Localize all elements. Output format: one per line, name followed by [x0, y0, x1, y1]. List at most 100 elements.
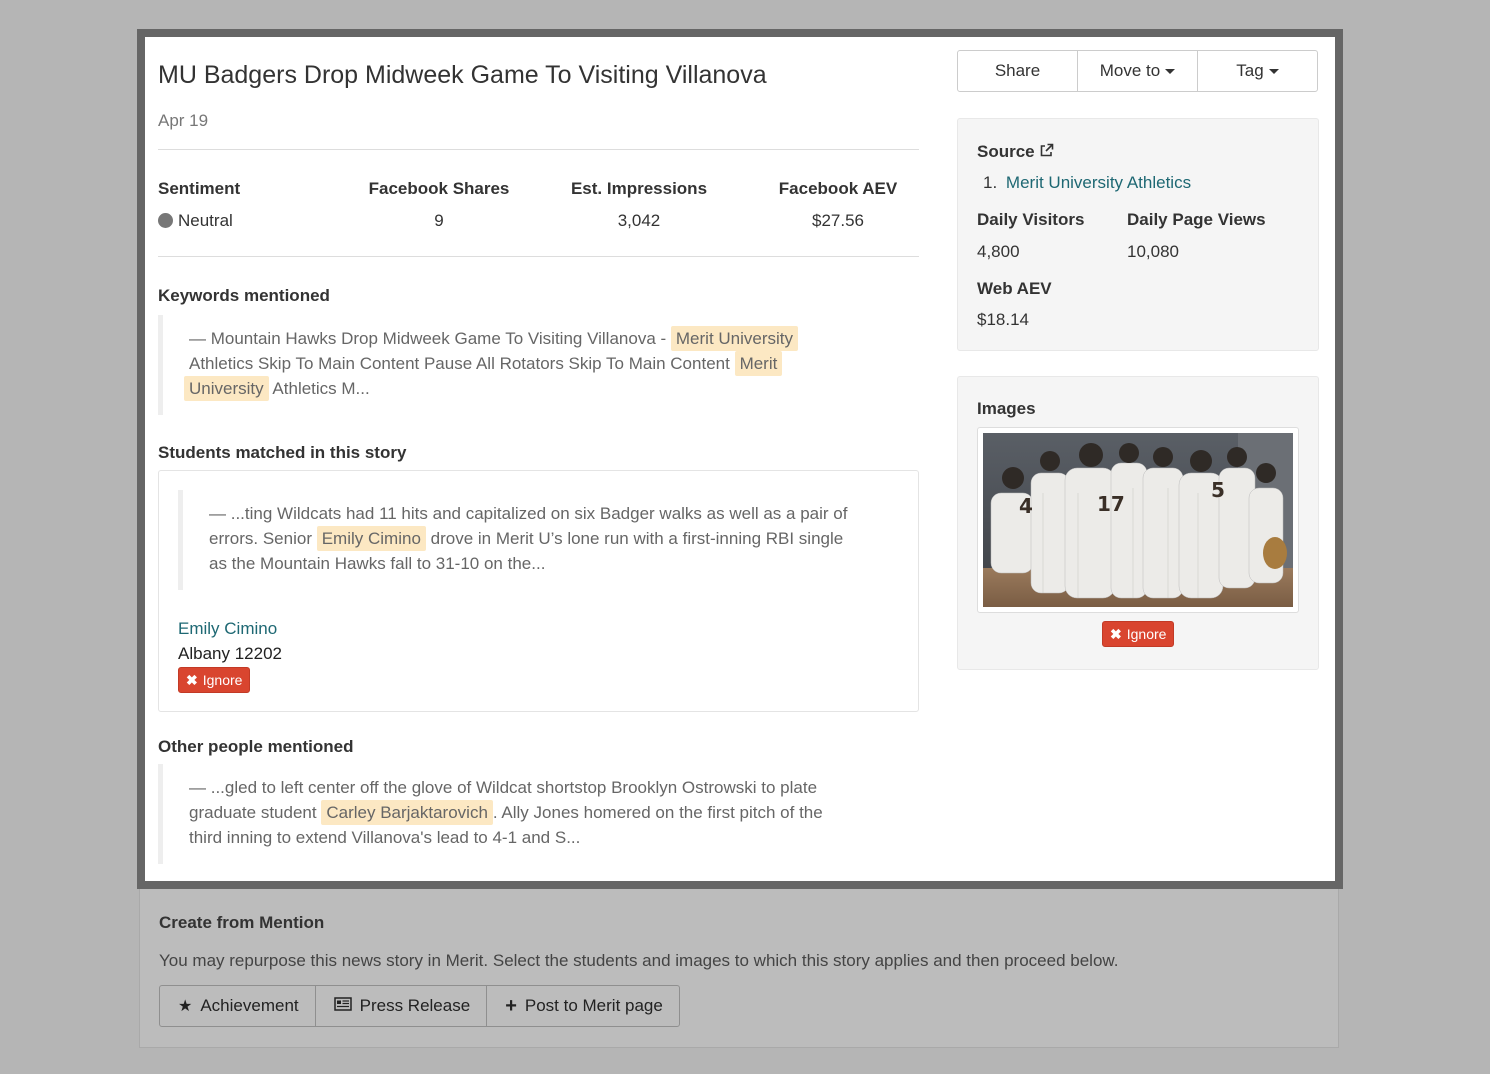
caret-down-icon [1268, 68, 1279, 74]
team-photo: 4 17 5 [983, 433, 1293, 607]
keyword-highlight: Merit University [670, 326, 799, 351]
story-actions: Share Move to Tag [957, 50, 1318, 92]
student-name-link[interactable]: Emily Cimino [178, 619, 277, 639]
quote-line: graduate student Carley Barjaktarovich. … [189, 800, 823, 825]
student-quote: — ...ting Wildcats had 11 hits and capit… [178, 490, 878, 590]
close-icon: ✖ [186, 671, 198, 688]
daily-page-views-value: 10,080 [1127, 242, 1179, 261]
star-icon: ★ [178, 998, 193, 1015]
ignore-label: Ignore [1126, 626, 1167, 642]
share-label: Share [994, 61, 1041, 80]
story-date: Apr 19 [158, 111, 209, 130]
quote-line: — ...gled to left center off the glove o… [189, 775, 817, 800]
move-to-label: Move to [1099, 61, 1161, 80]
stat-est-impressions: Est. Impressions 3,042 [569, 179, 709, 231]
create-button-group: ★ Achievement Press Release + Post to Me… [159, 985, 680, 1027]
external-link-icon[interactable] [1039, 142, 1054, 161]
divider [158, 149, 919, 150]
images-title: Images [977, 399, 1036, 418]
post-to-merit-page-button[interactable]: + Post to Merit page [486, 985, 680, 1027]
daily-visitors-value: 4,800 [977, 242, 1020, 261]
ignore-wrap: ✖ Ignore [178, 667, 251, 693]
ignore-wrap: ✖ Ignore [1102, 621, 1175, 647]
quote-text: . Ally Jones homered on the first pitch … [492, 803, 823, 822]
keyword-highlight: Merit [734, 351, 783, 376]
others-quote: — ...gled to left center off the glove o… [158, 764, 858, 864]
stat-value: 3,042 [617, 211, 661, 230]
keywords-title: Keywords mentioned [158, 286, 330, 305]
quote-line: — Mountain Hawks Drop Midweek Game To Vi… [189, 326, 799, 351]
move-to-dropdown[interactable]: Move to [1077, 50, 1198, 92]
achievement-button[interactable]: ★ Achievement [159, 985, 316, 1027]
quote-line: third inning to extend Villanova's lead … [189, 825, 580, 850]
students-title: Students matched in this story [158, 443, 407, 462]
tag-dropdown[interactable]: Tag [1197, 50, 1318, 92]
ignore-label: Ignore [202, 672, 243, 688]
stat-facebook-aev: Facebook AEV $27.56 [777, 179, 899, 231]
stat-label: Facebook AEV [778, 179, 898, 198]
quote-text: — ...ting Wildcats had 11 hits and capit… [209, 504, 848, 523]
student-highlight: Emily Cimino [316, 526, 426, 551]
quote-text: graduate student [189, 803, 317, 822]
quote-text: Athletics M... [272, 379, 370, 398]
stat-value: Neutral [178, 211, 233, 230]
source-link[interactable]: Merit University Athletics [1006, 173, 1191, 192]
story-title: MU Badgers Drop Midweek Game To Visiting… [158, 61, 767, 89]
stat-label: Est. Impressions [570, 179, 708, 198]
quote-line: University Athletics M... [184, 376, 370, 401]
close-icon: ✖ [1110, 625, 1122, 642]
source-panel: Source 1. Merit University Athletics Dai… [957, 118, 1319, 351]
source-index: 1. [983, 173, 998, 192]
quote-text: drove in Merit U’s lone run with a first… [430, 529, 844, 548]
keywords-quote: — Mountain Hawks Drop Midweek Game To Vi… [158, 315, 858, 415]
source-title-wrap: Source [977, 142, 1054, 162]
tag-label: Tag [1236, 61, 1264, 80]
daily-page-views-label: Daily Page Views [1127, 210, 1266, 229]
ignore-student-button[interactable]: ✖ Ignore [178, 667, 251, 693]
share-button[interactable]: Share [957, 50, 1078, 92]
post-label: Post to Merit page [524, 996, 663, 1015]
keyword-highlight: University [184, 376, 269, 401]
caret-down-icon [1165, 68, 1176, 74]
quote-text: — ...gled to left center off the glove o… [189, 778, 818, 797]
stat-value: $27.56 [812, 211, 864, 230]
create-from-mention-panel: Create from Mention You may repurpose th… [139, 880, 1339, 1048]
quote-line: as the Mountain Hawks fall to 31-10 on t… [209, 551, 545, 576]
divider [158, 256, 919, 257]
create-description: You may repurpose this news story in Mer… [159, 951, 1119, 970]
student-match-card: — ...ting Wildcats had 11 hits and capit… [158, 470, 919, 712]
quote-text: errors. Senior [209, 529, 312, 548]
jersey-number: 4 [1019, 494, 1033, 518]
plus-icon: + [505, 994, 517, 1017]
person-highlight: Carley Barjaktarovich [321, 800, 493, 825]
quote-line: — ...ting Wildcats had 11 hits and capit… [209, 501, 847, 526]
jersey-number: 17 [1097, 492, 1125, 516]
web-aev-label: Web AEV [977, 279, 1052, 298]
quote-text: third inning to extend Villanova's lead … [189, 828, 581, 847]
quote-text: as the Mountain Hawks fall to 31-10 on t… [209, 554, 546, 573]
images-panel: Images 4 17 5 ✖ Ignore [957, 376, 1319, 670]
story-image-thumbnail[interactable]: 4 17 5 [977, 427, 1299, 613]
stat-facebook-shares: Facebook Shares 9 [366, 179, 512, 231]
quote-line: Athletics Skip To Main Content Pause All… [189, 351, 783, 376]
source-title: Source [977, 142, 1035, 161]
press-release-label: Press Release [359, 996, 471, 1015]
others-title: Other people mentioned [158, 737, 354, 756]
stat-value-wrap: Neutral [158, 211, 240, 231]
student-location: Albany 12202 [178, 644, 282, 663]
stat-label: Facebook Shares [368, 179, 510, 198]
story-modal-content: MU Badgers Drop Midweek Game To Visiting… [145, 37, 1335, 881]
ignore-image-button[interactable]: ✖ Ignore [1102, 621, 1175, 647]
stat-sentiment: Sentiment Neutral [158, 179, 240, 231]
achievement-label: Achievement [200, 996, 299, 1015]
stat-label: Sentiment [158, 179, 241, 198]
stat-value: 9 [434, 211, 444, 230]
quote-line: errors. Senior Emily Cimino drove in Mer… [209, 526, 843, 551]
source-item: 1. Merit University Athletics [983, 173, 1191, 193]
daily-visitors-label: Daily Visitors [977, 210, 1085, 229]
press-release-button[interactable]: Press Release [314, 985, 488, 1027]
jersey-number: 5 [1211, 478, 1225, 502]
newspaper-icon [333, 996, 352, 1016]
story-modal: MU Badgers Drop Midweek Game To Visiting… [137, 29, 1343, 889]
create-title: Create from Mention [159, 913, 325, 932]
